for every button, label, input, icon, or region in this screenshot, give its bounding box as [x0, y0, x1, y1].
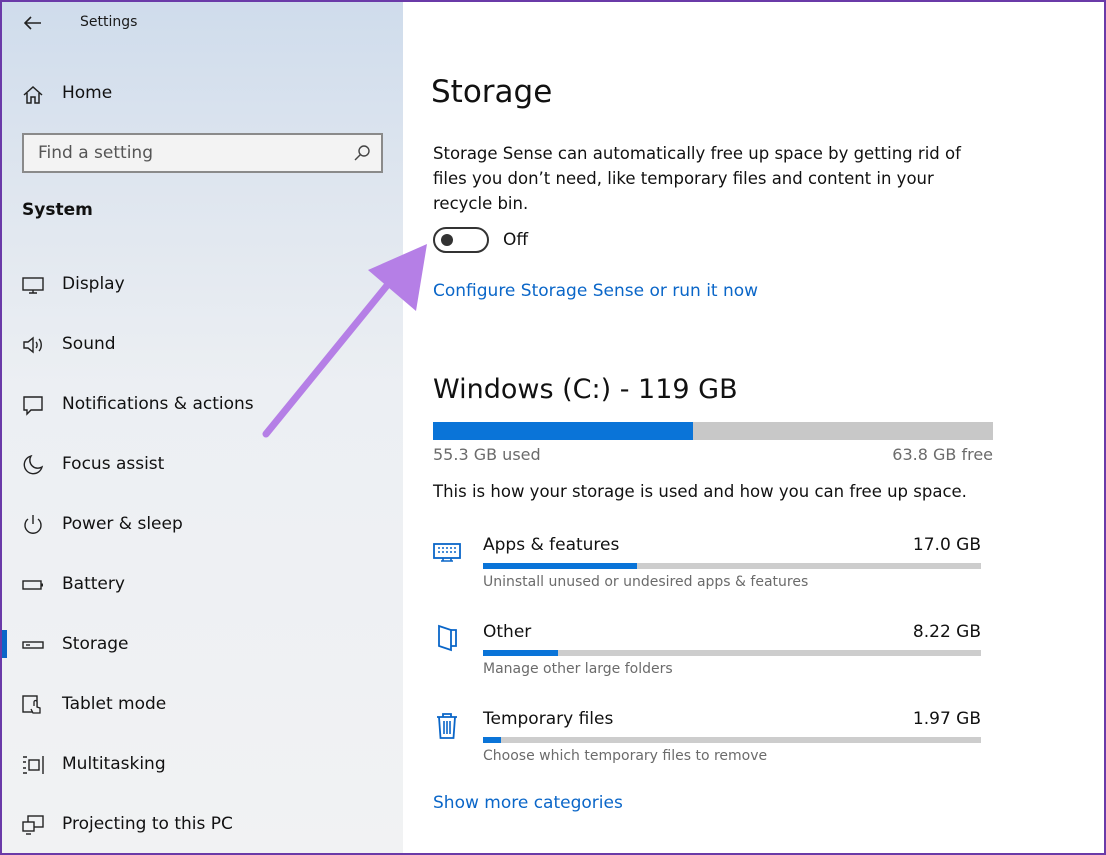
main-content: Storage Storage Sense can automatically … — [403, 2, 1104, 853]
moon-icon — [23, 454, 44, 475]
power-icon — [24, 515, 42, 534]
sidebar-item-storage[interactable]: Storage — [2, 620, 403, 670]
sidebar-item-focus-assist[interactable]: Focus assist — [2, 440, 403, 490]
sidebar-item-label: Projecting to this PC — [62, 814, 233, 834]
sidebar-item-projecting[interactable]: Projecting to this PC — [2, 800, 403, 850]
home-icon — [23, 85, 43, 104]
app-title: Settings — [80, 14, 138, 30]
sidebar-item-label: Power & sleep — [62, 514, 183, 534]
sidebar-item-notifications[interactable]: Notifications & actions — [2, 380, 403, 430]
category-name: Other — [483, 622, 532, 642]
apps-icon — [433, 543, 461, 562]
back-button[interactable] — [16, 8, 50, 38]
category-name: Temporary files — [483, 709, 614, 729]
storage-sense-toggle[interactable] — [433, 227, 489, 253]
show-more-categories-link[interactable]: Show more categories — [433, 793, 623, 813]
category-name: Apps & features — [483, 535, 620, 555]
search-icon[interactable] — [353, 144, 371, 162]
drive-usage-fill — [433, 422, 694, 440]
folder-icon — [438, 624, 457, 652]
page-title: Storage — [431, 74, 553, 110]
sidebar-item-tablet-mode[interactable]: Tablet mode — [2, 680, 403, 730]
sidebar-item-label: Notifications & actions — [62, 394, 254, 414]
toggle-state-label: Off — [503, 230, 529, 250]
category-temporary-files[interactable]: Temporary files 1.97 GB Choose which tem… — [429, 707, 985, 777]
tablet-icon — [22, 695, 41, 714]
sidebar-item-power-sleep[interactable]: Power & sleep — [2, 500, 403, 550]
notification-icon — [23, 396, 43, 416]
drive-usage-bar — [433, 422, 993, 440]
storage-sense-description: Storage Sense can automatically free up … — [433, 144, 961, 213]
back-arrow-icon — [24, 16, 41, 30]
sidebar-item-label: Battery — [62, 574, 125, 594]
active-indicator — [2, 630, 7, 658]
storage-icon — [22, 641, 44, 649]
projecting-icon — [22, 815, 44, 835]
sidebar-item-label: Display — [62, 274, 125, 294]
section-title-system: System — [22, 200, 93, 220]
drive-used-label: 55.3 GB used — [433, 445, 541, 464]
battery-icon — [22, 580, 43, 590]
toggle-knob — [441, 234, 453, 246]
category-size: 8.22 GB — [912, 622, 981, 642]
sidebar-item-label: Storage — [62, 634, 129, 654]
category-size: 1.97 GB — [912, 709, 981, 729]
configure-storage-sense-link[interactable]: Configure Storage Sense or run it now — [433, 281, 758, 301]
category-usage-fill — [483, 650, 558, 656]
sidebar-item-label: Tablet mode — [62, 694, 167, 714]
home-label: Home — [62, 83, 113, 103]
speaker-icon — [23, 336, 42, 354]
drive-title: Windows (C:) - 119 GB — [433, 374, 738, 405]
category-usage-fill — [483, 737, 501, 743]
trash-icon — [437, 713, 457, 739]
sidebar-item-sound[interactable]: Sound — [2, 320, 403, 370]
category-subtitle: Manage other large folders — [483, 661, 673, 677]
storage-usage-explanation: This is how your storage is used and how… — [433, 482, 967, 501]
category-apps-features[interactable]: Apps & features 17.0 GB Uninstall unused… — [429, 533, 985, 603]
sidebar-item-label: Focus assist — [62, 454, 165, 474]
sidebar-item-label: Multitasking — [62, 754, 166, 774]
search-box — [22, 133, 383, 173]
search-input[interactable] — [24, 135, 344, 171]
category-usage-bar — [483, 737, 981, 743]
category-subtitle: Uninstall unused or undesired apps & fea… — [483, 574, 809, 590]
category-usage-fill — [483, 563, 638, 569]
sidebar-item-label: Sound — [62, 334, 116, 354]
settings-window: Settings Home System Display — [0, 0, 1106, 855]
multitasking-icon — [23, 756, 44, 774]
drive-free-label: 63.8 GB free — [892, 445, 993, 464]
category-usage-bar — [483, 563, 981, 569]
title-bar: Settings — [2, 2, 403, 46]
monitor-icon — [22, 277, 44, 294]
sidebar-item-display[interactable]: Display — [2, 260, 403, 310]
home-nav-item[interactable]: Home — [2, 72, 403, 116]
sidebar-item-battery[interactable]: Battery — [2, 560, 403, 610]
sidebar: Settings Home System Display — [2, 2, 403, 853]
category-other[interactable]: Other 8.22 GB Manage other large folders — [429, 620, 985, 690]
category-subtitle: Choose which temporary files to remove — [483, 748, 768, 764]
category-size: 17.0 GB — [912, 535, 981, 555]
sidebar-item-multitasking[interactable]: Multitasking — [2, 740, 403, 790]
category-usage-bar — [483, 650, 981, 656]
